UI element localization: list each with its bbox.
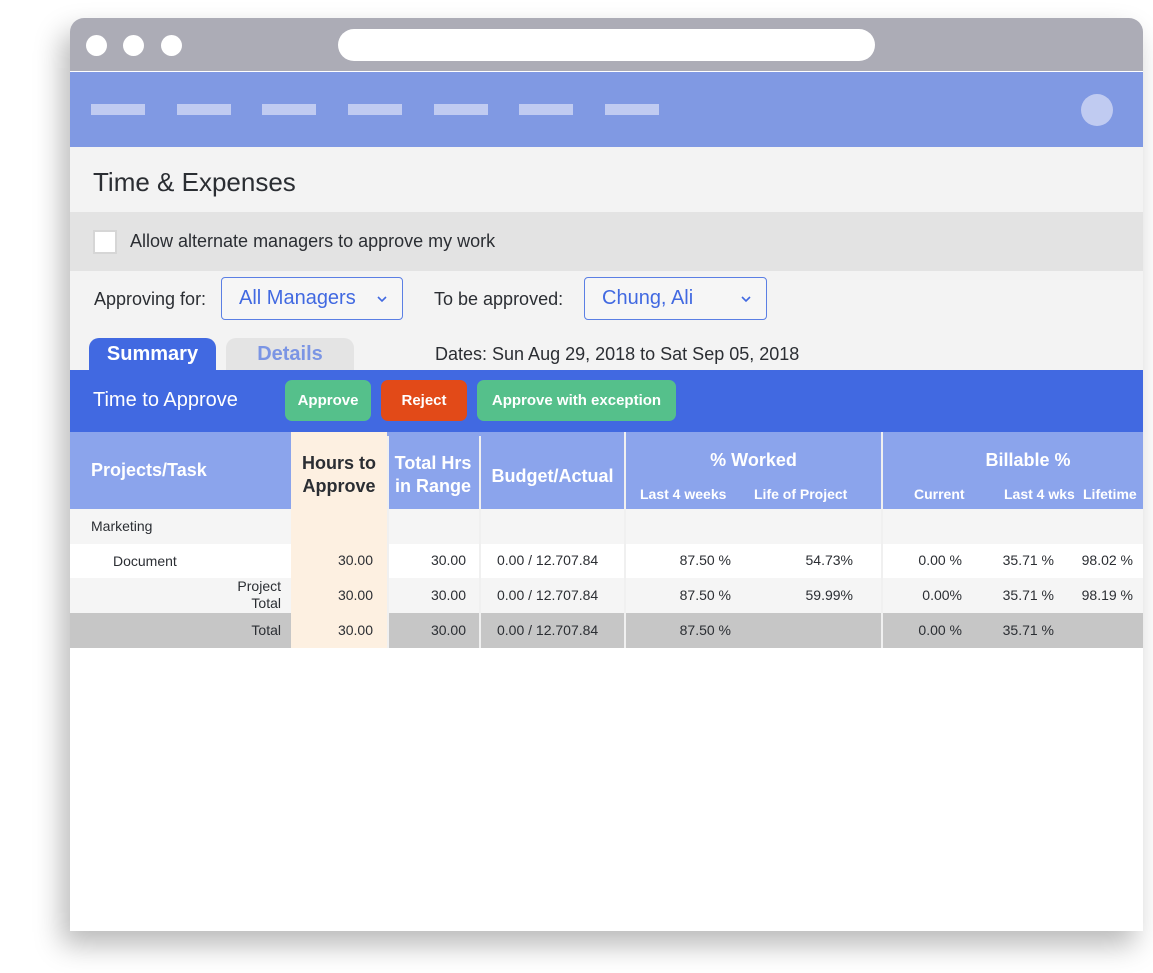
nav-item-4[interactable] bbox=[348, 104, 402, 115]
header-billable-current[interactable]: Current bbox=[914, 486, 965, 502]
nav-item-2[interactable] bbox=[177, 104, 231, 115]
allow-alternate-checkbox[interactable] bbox=[93, 230, 117, 254]
table-row[interactable]: Project Total 30.00 30.00 0.00 / 12.707.… bbox=[70, 578, 1143, 613]
nav-item-3[interactable] bbox=[262, 104, 316, 115]
approving-for-label: Approving for: bbox=[94, 289, 207, 309]
row-project-total-label: Project Total bbox=[237, 578, 281, 612]
to-be-approved-select[interactable]: Chung, Ali bbox=[584, 277, 767, 320]
header-worked-last-4-weeks[interactable]: Last 4 weeks bbox=[640, 486, 726, 502]
cell-hours: 30.00 bbox=[337, 552, 373, 568]
top-navbar bbox=[70, 72, 1143, 147]
cell-worked-life: 59.99% bbox=[805, 587, 853, 603]
header-total-line2: in Range bbox=[394, 476, 471, 496]
cell-hours: 30.00 bbox=[337, 622, 373, 638]
cell-worked-4w: 87.50 % bbox=[679, 622, 731, 638]
allow-alternate-label[interactable]: Allow alternate managers to approve my w… bbox=[130, 231, 495, 252]
approving-for-select[interactable]: All Managers bbox=[221, 277, 403, 320]
header-billable-pct: Billable % bbox=[985, 450, 1071, 470]
table-row-grand-total[interactable]: Total 30.00 30.00 0.00 / 12.707.84 87.50… bbox=[70, 613, 1143, 648]
table-row[interactable]: Document 30.00 30.00 0.00 / 12.707.84 87… bbox=[70, 544, 1143, 578]
window-close-dot-icon[interactable] bbox=[86, 35, 107, 56]
browser-window: Time & Expenses Allow alternate managers… bbox=[70, 18, 1143, 931]
header-total-line1: Total Hrs bbox=[394, 453, 472, 473]
cell-total: 30.00 bbox=[430, 587, 466, 603]
row-total-label: Total bbox=[251, 622, 281, 638]
alternate-managers-row: Allow alternate managers to approve my w… bbox=[70, 212, 1143, 271]
header-billable-lifetime[interactable]: Lifetime bbox=[1083, 486, 1137, 502]
cell-billable-current: 0.00% bbox=[922, 587, 962, 603]
nav-item-6[interactable] bbox=[519, 104, 573, 115]
header-billable-last-4-wks[interactable]: Last 4 wks bbox=[1004, 486, 1075, 502]
project-total-line2: Total bbox=[251, 595, 281, 611]
cell-hours: 30.00 bbox=[337, 587, 373, 603]
cell-billable-4w: 35.71 % bbox=[1002, 552, 1054, 568]
cell-billable-4w: 35.71 % bbox=[1002, 587, 1054, 603]
column-divider bbox=[881, 432, 883, 648]
approve-with-exception-button[interactable]: Approve with exception bbox=[477, 380, 676, 421]
browser-titlebar bbox=[70, 18, 1143, 71]
cell-total: 30.00 bbox=[430, 552, 466, 568]
header-total-hrs[interactable]: Total Hrs in Range bbox=[387, 452, 479, 498]
cell-worked-4w: 87.50 % bbox=[679, 552, 731, 568]
approval-action-bar: Time to Approve Approve Reject Approve w… bbox=[70, 370, 1143, 432]
address-bar[interactable] bbox=[338, 29, 875, 61]
page-title: Time & Expenses bbox=[93, 167, 296, 197]
date-range: Dates: Sun Aug 29, 2018 to Sat Sep 05, 2… bbox=[435, 344, 800, 364]
reject-button[interactable]: Reject bbox=[381, 380, 467, 421]
column-divider bbox=[479, 436, 481, 648]
cell-budget: 0.00 / 12.707.84 bbox=[497, 587, 599, 603]
column-divider bbox=[624, 432, 626, 648]
table-row[interactable]: Marketing bbox=[70, 509, 1143, 544]
to-be-approved-value: Chung, Ali bbox=[602, 287, 694, 309]
cell-budget: 0.00 / 12.707.84 bbox=[497, 552, 599, 568]
chevron-down-icon bbox=[377, 296, 387, 303]
to-be-approved-label: To be approved: bbox=[434, 289, 564, 309]
title-area: Time & Expenses bbox=[70, 147, 1143, 212]
tab-summary[interactable]: Summary bbox=[89, 338, 216, 371]
nav-item-7[interactable] bbox=[605, 104, 659, 115]
header-worked-life-of-project[interactable]: Life of Project bbox=[754, 486, 847, 502]
approve-button[interactable]: Approve bbox=[285, 380, 371, 421]
window-minimize-dot-icon[interactable] bbox=[123, 35, 144, 56]
window-maximize-dot-icon[interactable] bbox=[161, 35, 182, 56]
nav-item-1[interactable] bbox=[91, 104, 145, 115]
header-pct-worked: % Worked bbox=[710, 450, 797, 470]
page-content: Time & Expenses Allow alternate managers… bbox=[70, 147, 1143, 931]
cell-billable-lifetime: 98.19 % bbox=[1081, 587, 1133, 603]
cell-budget: 0.00 / 12.707.84 bbox=[497, 622, 599, 638]
chevron-down-icon bbox=[741, 296, 751, 303]
tab-details[interactable]: Details bbox=[226, 338, 354, 371]
nav-item-5[interactable] bbox=[434, 104, 488, 115]
project-total-line1: Project bbox=[237, 578, 281, 594]
cell-total: 30.00 bbox=[430, 622, 466, 638]
row-task-name: Document bbox=[113, 553, 177, 569]
approving-for-value: All Managers bbox=[239, 287, 356, 309]
user-avatar-icon[interactable] bbox=[1081, 94, 1113, 126]
cell-billable-4w: 35.71 % bbox=[1002, 622, 1054, 638]
header-hours-line2: Approve bbox=[302, 476, 376, 496]
cell-billable-current: 0.00 % bbox=[918, 552, 962, 568]
row-project-name: Marketing bbox=[91, 518, 153, 534]
header-hours-to-approve[interactable]: Hours to Approve bbox=[291, 452, 387, 498]
column-divider bbox=[387, 436, 389, 648]
header-budget-actual[interactable]: Budget/Actual bbox=[481, 465, 624, 488]
cell-billable-lifetime: 98.02 % bbox=[1081, 552, 1133, 568]
action-bar-title: Time to Approve bbox=[93, 389, 238, 411]
cell-worked-4w: 87.50 % bbox=[679, 587, 731, 603]
header-projects-task[interactable]: Projects/Task bbox=[91, 459, 207, 482]
header-hours-line1: Hours to bbox=[302, 453, 376, 473]
cell-billable-current: 0.00 % bbox=[918, 622, 962, 638]
cell-worked-life: 54.73% bbox=[805, 552, 853, 568]
